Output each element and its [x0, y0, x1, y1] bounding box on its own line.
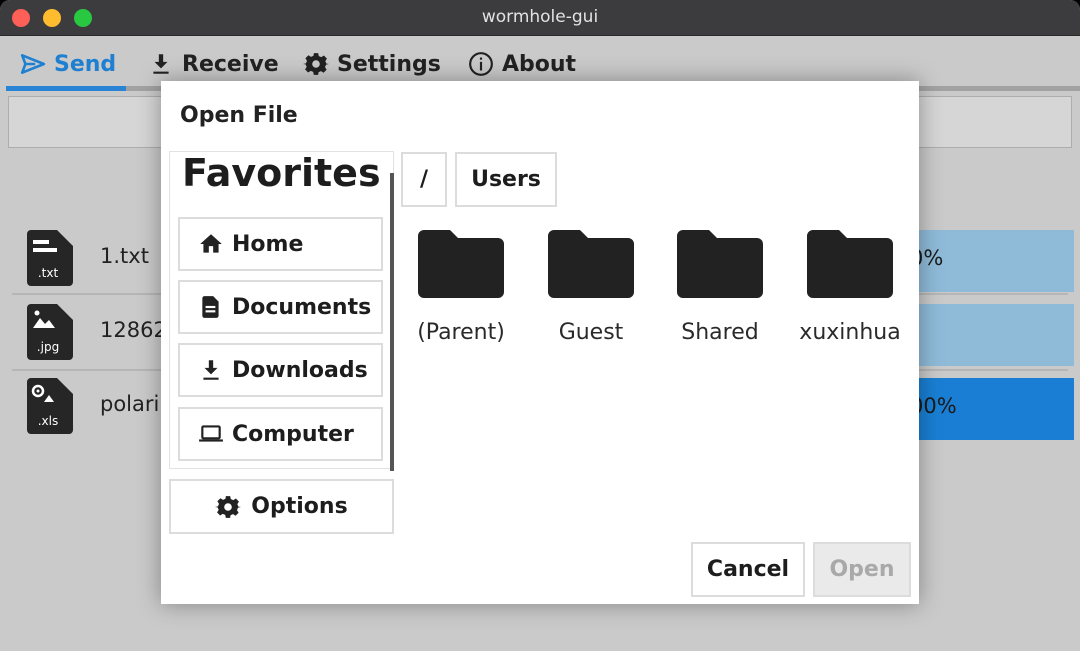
- folder-icon: [548, 230, 634, 298]
- app-window: wormhole-gui Send Receive Settings About…: [0, 0, 1080, 651]
- folder-label: (Parent): [417, 320, 505, 345]
- tab-settings[interactable]: Settings: [303, 48, 441, 80]
- gear-icon: [215, 495, 242, 518]
- favorite-downloads-button[interactable]: Downloads: [178, 343, 383, 397]
- favorite-home-button[interactable]: Home: [178, 217, 383, 271]
- progress-bar: [900, 304, 1074, 366]
- breadcrumb-users[interactable]: Users: [455, 152, 557, 207]
- favorite-label: Downloads: [232, 357, 368, 383]
- folder-label: xuxinhua: [799, 320, 901, 345]
- gear-icon: [303, 53, 329, 75]
- tab-label: Receive: [182, 51, 279, 77]
- open-file-dialog: Open File Favorites Home Documents Downl…: [161, 81, 919, 604]
- file-extension: .txt: [38, 266, 59, 280]
- favorites-scrollbar[interactable]: [390, 173, 394, 471]
- download-icon: [203, 360, 219, 380]
- title-bar: wormhole-gui: [0, 0, 1080, 36]
- favorite-label: Computer: [232, 421, 354, 447]
- file-name: 12862: [100, 318, 167, 342]
- favorite-computer-button[interactable]: Computer: [178, 407, 383, 461]
- file-extension: .xls: [38, 414, 59, 428]
- breadcrumb-label: /: [419, 167, 429, 192]
- open-button[interactable]: Open: [813, 542, 911, 597]
- dialog-title: Open File: [180, 103, 298, 128]
- breadcrumb-root[interactable]: /: [401, 152, 447, 207]
- window-title: wormhole-gui: [481, 7, 599, 27]
- document-icon: [202, 296, 219, 318]
- folder-icon: [418, 230, 504, 298]
- folder-item-guest[interactable]: Guest: [531, 226, 651, 356]
- tab-send[interactable]: Send: [20, 48, 116, 80]
- breadcrumb-label: Users: [471, 167, 541, 192]
- tab-label: Send: [54, 51, 117, 77]
- info-icon: [469, 52, 493, 76]
- file-name: 1.txt: [100, 244, 149, 268]
- download-icon: [153, 54, 169, 74]
- options-label: Options: [251, 494, 348, 519]
- folder-label: Guest: [558, 320, 624, 345]
- tab-label: Settings: [337, 51, 441, 77]
- folder-label: Shared: [681, 320, 759, 345]
- favorite-label: Home: [232, 231, 304, 257]
- text-file-icon: .txt: [27, 230, 73, 286]
- tab-label: About: [502, 51, 577, 77]
- favorite-label: Documents: [232, 294, 372, 320]
- folder-icon: [807, 230, 893, 298]
- cancel-button[interactable]: Cancel: [691, 542, 805, 597]
- tab-receive[interactable]: Receive: [148, 48, 279, 80]
- file-name: polari: [100, 392, 160, 416]
- folder-item-xuxinhua[interactable]: xuxinhua: [790, 226, 910, 356]
- options-button[interactable]: Options: [169, 479, 394, 534]
- tab-about[interactable]: About: [468, 48, 576, 80]
- spreadsheet-file-icon: .xls: [27, 378, 73, 434]
- send-icon: [20, 54, 46, 74]
- favorites-heading: Favorites: [182, 151, 381, 195]
- image-file-icon: .jpg: [27, 304, 73, 360]
- active-tab-indicator: [6, 86, 126, 91]
- laptop-icon: [199, 425, 223, 442]
- home-icon: [200, 234, 222, 253]
- folder-item-shared[interactable]: Shared: [660, 226, 780, 356]
- folder-item-parent[interactable]: (Parent): [401, 226, 521, 356]
- folder-icon: [677, 230, 763, 298]
- file-extension: .jpg: [37, 340, 59, 354]
- favorite-documents-button[interactable]: Documents: [178, 280, 383, 334]
